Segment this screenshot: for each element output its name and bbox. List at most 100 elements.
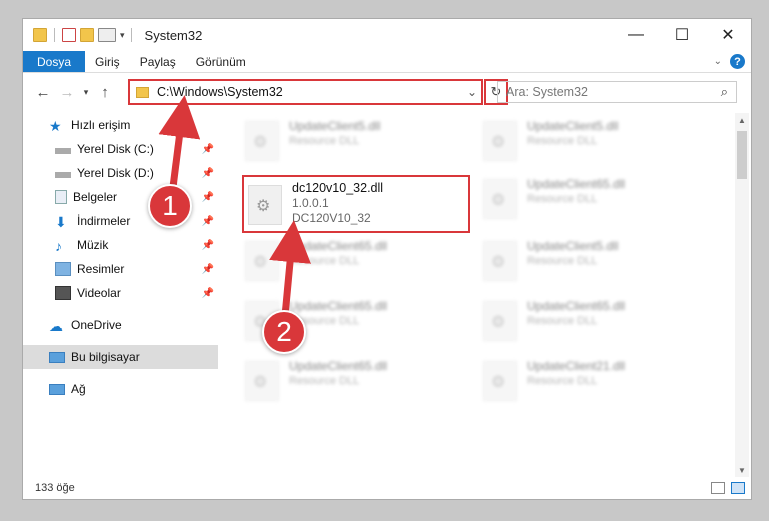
new-folder-icon[interactable]: [80, 28, 94, 42]
search-input[interactable]: Ara: System32 ⌕: [497, 81, 737, 103]
file-description: Resource DLL: [527, 255, 598, 267]
drive-icon: [55, 172, 71, 178]
item-count: 133 öğe: [35, 482, 75, 494]
file-name: UpdateClient65.dll: [527, 299, 626, 313]
sidebar-item-label: OneDrive: [71, 318, 122, 332]
sidebar-item-onedrive[interactable]: ☁ OneDrive: [23, 313, 218, 337]
file-item[interactable]: UpdateClient65.dll Resource DLL: [245, 359, 425, 409]
sidebar-item-this-pc[interactable]: Bu bilgisayar: [23, 345, 218, 369]
file-description: Resource DLL: [527, 193, 598, 205]
star-icon: ★: [49, 118, 62, 134]
divider: [54, 28, 55, 42]
music-icon: ♪: [55, 238, 62, 254]
file-name: UpdateClient65.dll: [289, 299, 388, 313]
sidebar-item-label: Ağ: [71, 382, 86, 396]
details-view-icon[interactable]: [711, 482, 725, 494]
file-name: UpdateClient65.dll: [527, 177, 626, 191]
back-button[interactable]: ←: [31, 80, 55, 104]
pin-icon[interactable]: 📌: [202, 144, 214, 155]
file-name: dc120v10_32.dll: [292, 181, 384, 195]
sidebar-item-label: Hızlı erişim: [71, 118, 131, 132]
file-item[interactable]: UpdateClient65.dll Resource DLL: [245, 239, 425, 289]
pin-icon[interactable]: 📌: [202, 168, 214, 179]
file-item[interactable]: UpdateClient5.dll Resource DLL: [245, 119, 425, 169]
sidebar-item-pictures[interactable]: Resimler 📌: [23, 257, 218, 281]
large-icons-view-icon[interactable]: [731, 482, 745, 494]
pin-icon[interactable]: 📌: [202, 216, 214, 227]
scroll-thumb[interactable]: [737, 131, 747, 179]
sidebar-item-label: Müzik: [77, 238, 109, 252]
ribbon-tabs: Dosya Giriş Paylaş Görünüm ⌄ ?: [23, 51, 751, 73]
search-icon: ⌕: [720, 84, 728, 99]
sidebar-item-label: Videolar: [77, 286, 121, 300]
tab-view[interactable]: Görünüm: [186, 51, 256, 72]
help-icon[interactable]: ?: [730, 54, 745, 69]
dll-file-icon: [483, 179, 517, 219]
file-description: Resource DLL: [289, 375, 360, 387]
pictures-icon: [55, 262, 71, 276]
dll-file-icon: [483, 121, 517, 161]
sidebar-item-drive-c[interactable]: Yerel Disk (C:) 📌: [23, 137, 218, 161]
sidebar-item-quick-access[interactable]: ★ Hızlı erişim: [23, 113, 218, 137]
address-bar[interactable]: C:\Windows\System32 ⌄: [128, 79, 483, 105]
file-description: Resource DLL: [527, 315, 598, 327]
file-version: 1.0.0.1: [292, 196, 329, 210]
tab-home[interactable]: Giriş: [85, 51, 130, 72]
properties-icon[interactable]: [62, 28, 76, 42]
cloud-icon: ☁: [49, 318, 63, 334]
sidebar-item-label: İndirmeler: [77, 214, 131, 228]
recent-locations-button[interactable]: ▾: [79, 80, 93, 104]
target-dll-file[interactable]: dc120v10_32.dll 1.0.0.1 DC120V10_32: [242, 175, 470, 233]
forward-button[interactable]: →: [55, 80, 79, 104]
address-path[interactable]: C:\Windows\System32: [157, 85, 463, 99]
sidebar-item-music[interactable]: ♪ Müzik 📌: [23, 233, 218, 257]
folder-icon[interactable]: [33, 28, 47, 42]
expand-ribbon-icon[interactable]: ⌄: [714, 56, 722, 67]
dll-file-icon: [483, 361, 517, 401]
file-item[interactable]: UpdateClient65.dll Resource DLL: [483, 177, 663, 227]
tab-share[interactable]: Paylaş: [130, 51, 186, 72]
maximize-button[interactable]: ☐: [659, 19, 705, 51]
status-bar: 133 öğe: [23, 477, 751, 499]
folder-icon: [136, 86, 149, 98]
file-item[interactable]: UpdateClient65.dll Resource DLL: [483, 299, 663, 349]
scroll-up-icon[interactable]: ▲: [735, 113, 749, 127]
sidebar-item-network[interactable]: Ağ: [23, 377, 218, 401]
pin-icon[interactable]: 📌: [202, 264, 214, 275]
dll-file-icon: [245, 361, 279, 401]
pin-icon[interactable]: 📌: [202, 288, 214, 299]
pin-icon[interactable]: 📌: [202, 192, 214, 203]
file-item[interactable]: UpdateClient5.dll Resource DLL: [483, 119, 663, 169]
sidebar-item-videos[interactable]: Videolar 📌: [23, 281, 218, 305]
tab-file[interactable]: Dosya: [23, 51, 86, 72]
file-item[interactable]: UpdateClient21.dll Resource DLL: [483, 359, 663, 409]
sidebar-item-drive-d[interactable]: Yerel Disk (D:) 📌: [23, 161, 218, 185]
customize-icon[interactable]: [98, 28, 116, 42]
explorer-window: ▾ System32 — ☐ ✕ Dosya Giriş Paylaş Görü…: [22, 18, 752, 500]
step-badge-1: 1: [148, 184, 192, 228]
window-title: System32: [144, 27, 203, 43]
file-item[interactable]: UpdateClient5.dll Resource DLL: [483, 239, 663, 289]
computer-icon: [49, 351, 65, 363]
documents-icon: [55, 190, 67, 204]
file-description: Resource DLL: [289, 255, 360, 267]
network-icon: [49, 383, 65, 395]
videos-icon: [55, 286, 71, 300]
file-name: UpdateClient21.dll: [527, 359, 626, 373]
search-placeholder: Ara: System32: [506, 85, 588, 99]
scroll-down-icon[interactable]: ▼: [735, 463, 749, 477]
minimize-button[interactable]: —: [613, 19, 659, 51]
divider: [130, 28, 132, 42]
drive-icon: [55, 148, 71, 154]
sidebar-item-label: Yerel Disk (D:): [77, 166, 154, 180]
dll-file-icon: [245, 121, 279, 161]
chevron-down-icon[interactable]: ⌄: [463, 85, 481, 99]
up-button[interactable]: ↑: [93, 80, 117, 104]
file-description: Resource DLL: [289, 135, 360, 147]
vertical-scrollbar[interactable]: ▲ ▼: [735, 113, 749, 477]
close-button[interactable]: ✕: [705, 19, 751, 51]
pin-icon[interactable]: 📌: [202, 240, 214, 251]
sidebar-item-label: Resimler: [77, 262, 125, 276]
dll-file-icon: [248, 185, 282, 225]
chevron-down-icon[interactable]: ▾: [120, 30, 125, 41]
